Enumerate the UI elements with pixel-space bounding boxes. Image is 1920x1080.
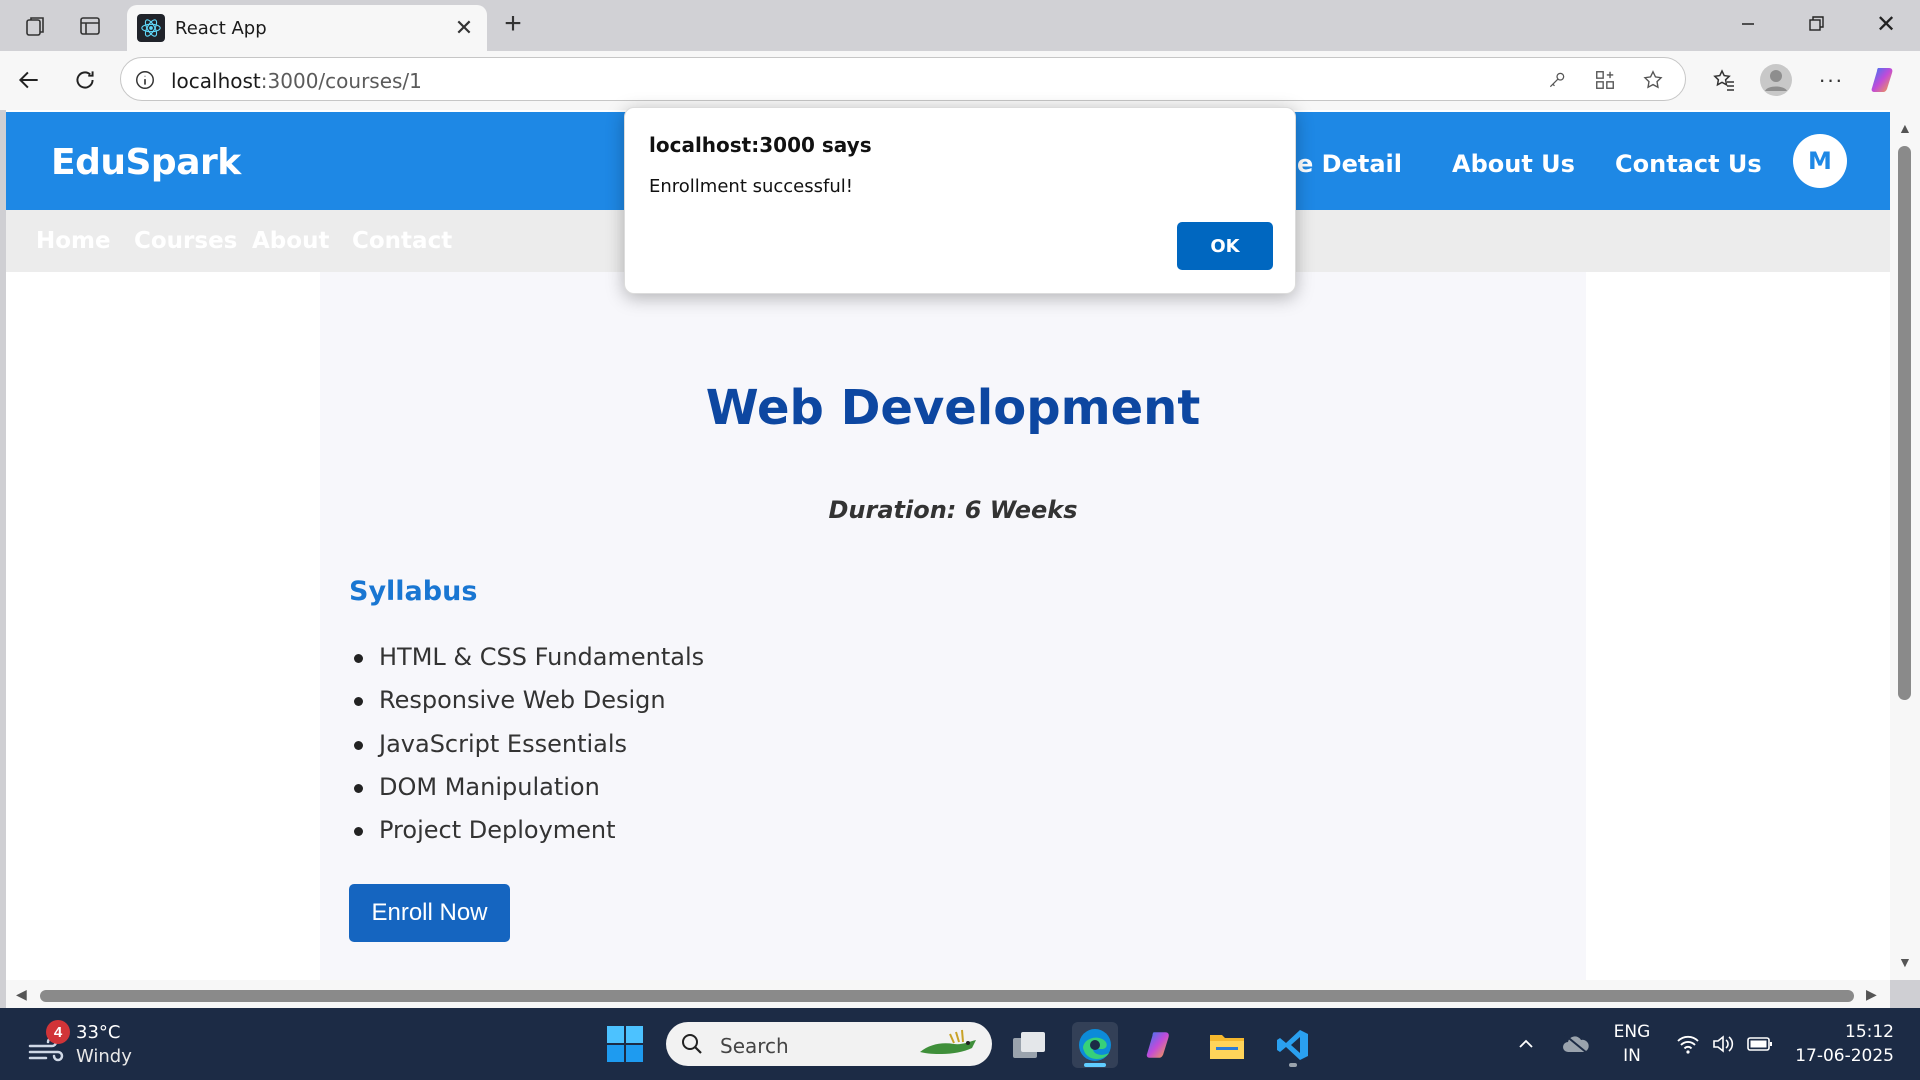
horizontal-scrollbar[interactable]: ◀ ▶	[6, 980, 1890, 1008]
running-app-indicator	[1289, 1063, 1297, 1067]
tray-chevron-up-icon[interactable]	[1512, 1030, 1540, 1058]
alert-dialog: localhost:3000 says Enrollment successfu…	[624, 107, 1296, 294]
url-host: localhost	[171, 69, 261, 93]
subnav-home[interactable]: Home	[36, 228, 111, 254]
task-view-icon[interactable]	[1006, 1022, 1052, 1068]
profile-icon[interactable]	[1758, 62, 1794, 98]
weather-condition[interactable]: Windy	[76, 1046, 132, 1067]
new-tab-icon[interactable]: +	[497, 7, 529, 40]
dialog-ok-button[interactable]: OK	[1177, 222, 1273, 270]
onedrive-icon[interactable]	[1560, 1028, 1592, 1060]
clock-date[interactable]: 17-06-2025	[1780, 1046, 1894, 1066]
user-avatar[interactable]: M	[1793, 134, 1847, 188]
course-detail-card: Web Development Duration: 6 Weeks Syllab…	[320, 272, 1586, 980]
syllabus-item: DOM Manipulation	[349, 772, 704, 815]
active-app-indicator	[1084, 1063, 1106, 1067]
course-duration: Duration: 6 Weeks	[828, 496, 1078, 524]
input-language[interactable]: ENG	[1608, 1022, 1656, 1042]
scroll-right-icon[interactable]: ▶	[1866, 986, 1877, 1003]
address-bar[interactable]: localhost:3000/courses/1	[120, 57, 1686, 101]
horizontal-scroll-thumb[interactable]	[40, 990, 1854, 1002]
favorite-star-icon[interactable]	[1641, 68, 1665, 92]
url-path: :3000/courses/1	[260, 69, 422, 93]
syllabus-item: Responsive Web Design	[349, 685, 704, 728]
syllabus-item: JavaScript Essentials	[349, 729, 704, 772]
input-region[interactable]: IN	[1608, 1046, 1656, 1066]
favorites-icon[interactable]	[1707, 63, 1741, 97]
clock-time[interactable]: 15:12	[1794, 1022, 1894, 1042]
close-window-icon[interactable]: ✕	[1866, 8, 1906, 40]
taskbar-search[interactable]: Search	[666, 1022, 992, 1066]
vscode-icon[interactable]	[1270, 1022, 1316, 1068]
browser-toolbar: localhost:3000/courses/1 ···	[0, 51, 1920, 110]
battery-icon[interactable]	[1746, 1030, 1774, 1058]
windows-start-icon[interactable]	[606, 1025, 644, 1063]
search-icon	[680, 1032, 704, 1056]
syllabus-item: HTML & CSS Fundamentals	[349, 642, 704, 685]
more-menu-icon[interactable]: ···	[1814, 63, 1848, 97]
nav-contact-us[interactable]: Contact Us	[1615, 150, 1762, 178]
copilot-app-icon[interactable]	[1138, 1022, 1184, 1068]
syllabus-item: Project Deployment	[349, 815, 704, 858]
refresh-icon[interactable]	[68, 63, 102, 97]
react-logo-icon	[137, 14, 165, 42]
vertical-scroll-thumb[interactable]	[1898, 146, 1911, 700]
dialog-message: Enrollment successful!	[649, 176, 853, 197]
syllabus-heading: Syllabus	[349, 576, 478, 607]
apps-icon[interactable]	[1593, 68, 1617, 92]
key-icon[interactable]	[1545, 68, 1569, 92]
course-title: Web Development	[705, 380, 1201, 436]
subnav-courses[interactable]: Courses	[134, 228, 237, 254]
enroll-now-button[interactable]: Enroll Now	[349, 884, 510, 942]
scroll-down-icon[interactable]: ▼	[1898, 954, 1912, 970]
site-info-icon[interactable]	[133, 68, 157, 92]
volume-icon[interactable]	[1710, 1030, 1738, 1058]
subnav-about[interactable]: About	[252, 228, 329, 254]
vertical-scrollbar[interactable]: ▲ ▼	[1890, 110, 1920, 980]
weather-notification-badge: 4	[46, 1020, 70, 1044]
scroll-up-icon[interactable]: ▲	[1898, 120, 1912, 136]
restore-icon[interactable]	[1797, 8, 1837, 40]
minimize-icon[interactable]	[1728, 8, 1768, 40]
subnav-contact[interactable]: Contact	[352, 228, 452, 254]
wifi-icon[interactable]	[1674, 1030, 1702, 1058]
search-placeholder: Search	[720, 1034, 789, 1058]
browser-tab-active[interactable]: React App ✕	[127, 5, 487, 51]
tab-title: React App	[175, 18, 267, 39]
syllabus-list: HTML & CSS Fundamentals Responsive Web D…	[349, 642, 704, 858]
weather-temperature[interactable]: 33°C	[76, 1022, 120, 1043]
search-highlight-icon	[916, 1026, 982, 1062]
windows-taskbar: 4 33°C Windy Search ENG IN 15:12 17-06-2…	[0, 1008, 1920, 1080]
tab-actions-icon[interactable]	[74, 10, 106, 42]
brand-logo[interactable]: EduSpark	[51, 142, 241, 183]
back-arrow-icon[interactable]	[12, 63, 46, 97]
file-explorer-icon[interactable]	[1204, 1022, 1250, 1068]
scroll-left-icon[interactable]: ◀	[16, 986, 27, 1003]
workspaces-icon[interactable]	[20, 10, 52, 42]
url-text: localhost:3000/courses/1	[171, 69, 422, 93]
dialog-title: localhost:3000 says	[649, 133, 872, 157]
browser-tab-bar: React App ✕ + ✕	[0, 0, 1920, 51]
edge-browser-icon[interactable]	[1072, 1022, 1118, 1068]
close-tab-icon[interactable]: ✕	[449, 13, 479, 43]
nav-about-us[interactable]: About Us	[1452, 150, 1575, 178]
copilot-icon[interactable]	[1866, 61, 1904, 99]
